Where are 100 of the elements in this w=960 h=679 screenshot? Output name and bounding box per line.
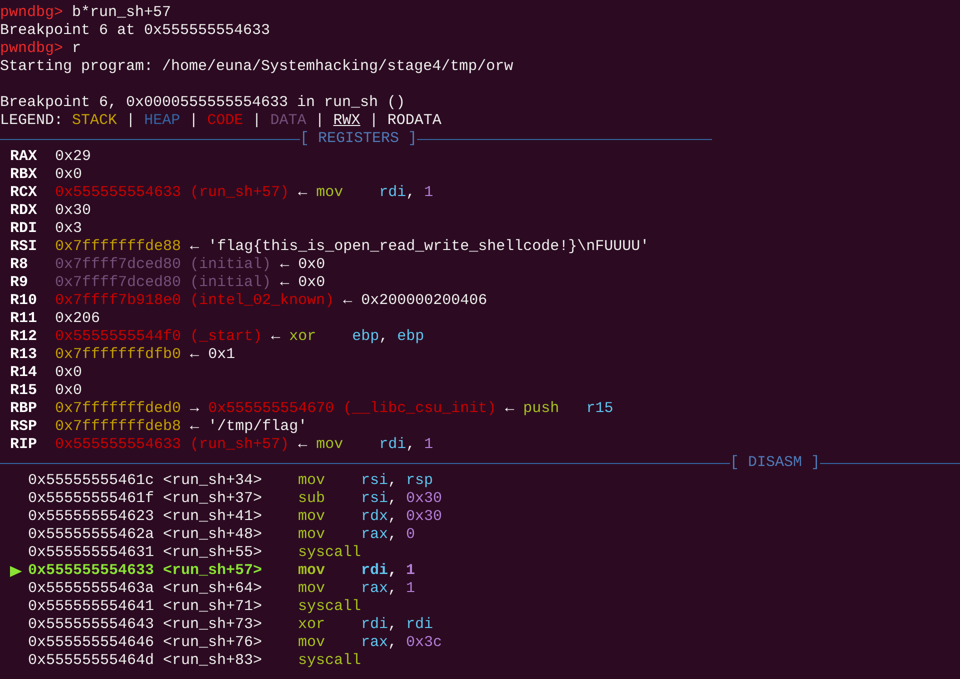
- pointer-arrow: ←: [298, 184, 308, 201]
- data-address: 0x7ffff7dced80 (initial): [55, 274, 272, 291]
- output-text: 0x1: [208, 346, 236, 363]
- output-text: 0x3: [55, 220, 82, 237]
- register-name: R11: [10, 310, 38, 328]
- register-name: RBP: [10, 400, 38, 418]
- code-address: CODE: [207, 112, 244, 129]
- number-operand: 0x30: [406, 508, 442, 525]
- register-name: R10: [10, 292, 38, 310]
- data-address: DATA: [270, 112, 306, 129]
- output-text: '/tmp/flag': [208, 418, 308, 435]
- register-name: RBX: [10, 166, 38, 184]
- current-instruction-icon: [10, 566, 22, 576]
- mnemonic-text: mov: [298, 508, 326, 526]
- rwx-label: RWX: [333, 112, 360, 129]
- output-text: |: [126, 112, 136, 129]
- pointer-arrow: ←: [190, 346, 200, 363]
- register-operand: rdi: [361, 562, 388, 579]
- register-operand: rdi: [406, 616, 434, 633]
- register-name: RSI: [10, 238, 38, 256]
- output-text: 0x0: [298, 256, 326, 273]
- mnemonic-text: syscall: [298, 652, 361, 670]
- number-operand: 0: [406, 526, 416, 543]
- pointer-arrow: ←: [343, 292, 352, 309]
- register-name: R8: [10, 256, 30, 274]
- pointer-arrow: ←: [190, 418, 200, 435]
- register-name: RCX: [10, 184, 38, 202]
- code-address: 0x555555554670 (__libc_csu_init): [208, 400, 496, 417]
- register-operand: rdi: [361, 616, 388, 633]
- instruction-address: 0x555555554631: [28, 544, 156, 562]
- output-text: |: [189, 112, 198, 129]
- instruction-address: 0x555555554623: [28, 508, 156, 526]
- stack-address: STACK: [72, 112, 118, 129]
- instruction-address: 0x55555555464d: [28, 652, 156, 670]
- pointer-arrow: →: [190, 400, 200, 417]
- code-address: 0x5555555544f0 (_start): [55, 328, 262, 345]
- number-operand: 1: [406, 580, 416, 597]
- register-operand: rax: [361, 526, 388, 543]
- mnemonic-text: mov: [316, 436, 344, 454]
- mnemonic-text: mov: [298, 526, 326, 544]
- mnemonic-text: mov: [298, 562, 326, 580]
- mnemonic-text: mov: [316, 184, 344, 202]
- comma-text: ,: [388, 634, 398, 651]
- comma-text: ,: [388, 562, 398, 579]
- data-address: 0x7ffff7dced80 (initial): [55, 256, 272, 273]
- number-operand: 1: [424, 184, 434, 201]
- register-operand: rdx: [361, 508, 388, 525]
- instruction-address: 0x555555554646: [28, 634, 156, 652]
- output-text: b*run_sh+57: [72, 4, 172, 21]
- output-text: r: [72, 40, 82, 57]
- register-name: R14: [10, 364, 38, 382]
- mnemonic-text: mov: [298, 472, 326, 490]
- symbol-offset: <run_sh+55>: [163, 544, 264, 562]
- output-text: LEGEND:: [0, 112, 64, 129]
- pointer-arrow: ←: [298, 436, 308, 453]
- register-name: RDX: [10, 202, 38, 220]
- register-name: RSP: [10, 418, 38, 436]
- comma-text: ,: [388, 580, 398, 597]
- register-name: RIP: [10, 436, 38, 454]
- output-text: 0x0: [298, 274, 326, 291]
- section-title: [ REGISTERS ]: [300, 130, 418, 148]
- symbol-offset: <run_sh+71>: [163, 598, 264, 616]
- stack-address: 0x7fffffffde88: [55, 238, 182, 255]
- output-text: 0x0: [55, 166, 82, 183]
- number-operand: 0x3c: [406, 634, 442, 651]
- number-operand: 1: [424, 436, 434, 453]
- mnemonic-text: mov: [298, 634, 326, 652]
- output-text: 0x0: [55, 382, 82, 399]
- stack-address: 0x7fffffffdeb8: [55, 418, 182, 435]
- output-text: 0x0: [55, 364, 82, 381]
- pointer-arrow: ←: [271, 328, 280, 345]
- output-text: |: [369, 112, 378, 129]
- mnemonic-text: sub: [298, 490, 326, 508]
- comma-text: ,: [388, 526, 398, 543]
- code-address: 0x7ffff7b918e0 (intel_02_known): [55, 292, 334, 309]
- mnemonic-text: syscall: [298, 544, 361, 562]
- output-text: 0x200000200406: [361, 292, 488, 309]
- register-name: RDI: [10, 220, 38, 238]
- instruction-address: 0x55555555461c: [28, 472, 156, 490]
- pointer-arrow: ←: [280, 274, 290, 291]
- register-operand: ebp: [352, 328, 380, 345]
- register-name: R13: [10, 346, 38, 364]
- output-text: 0x29: [55, 148, 92, 165]
- register-name: RAX: [10, 148, 38, 166]
- output-text: |: [315, 112, 324, 129]
- symbol-offset: <run_sh+73>: [163, 616, 264, 634]
- prompt-text: pwndbg>: [0, 4, 64, 21]
- instruction-address: 0x55555555461f: [28, 490, 156, 508]
- register-operand: ebp: [397, 328, 424, 345]
- register-name: R12: [10, 328, 38, 346]
- symbol-offset: <run_sh+76>: [163, 634, 264, 652]
- output-text: 0x206: [55, 310, 100, 327]
- pointer-arrow: ←: [190, 238, 200, 255]
- register-name: R9: [10, 274, 30, 292]
- instruction-address: 0x555555554643: [28, 616, 156, 634]
- number-operand: 0x30: [406, 490, 442, 507]
- output-text: Breakpoint 6, 0x0000555555554633 in run_sh (): [0, 94, 406, 111]
- comma-text: ,: [406, 184, 416, 201]
- code-address: 0x555555554633 (run_sh+57): [55, 436, 290, 453]
- register-operand: rsi: [361, 472, 388, 489]
